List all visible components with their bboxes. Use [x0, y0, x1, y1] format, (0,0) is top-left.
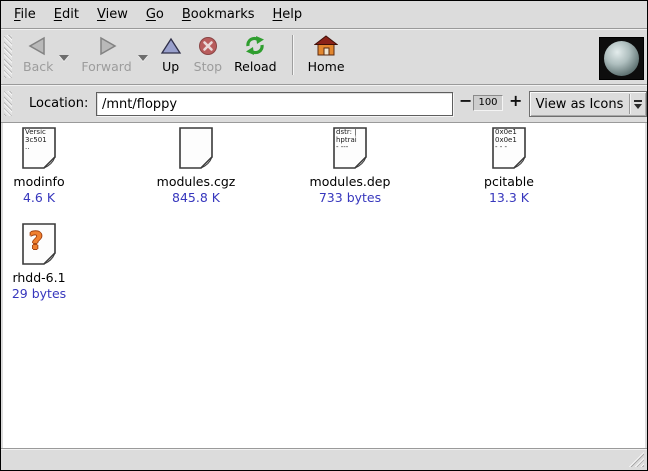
back-history-chevron-icon[interactable]: [59, 55, 69, 61]
text-document-icon: 0x0e1 0x0e1 - - -: [492, 127, 526, 169]
stop-icon: [197, 34, 219, 58]
up-button[interactable]: Up: [154, 29, 188, 76]
file-size: 733 bytes: [300, 190, 400, 205]
menu-file[interactable]: File: [5, 3, 45, 26]
file-item-modinfo[interactable]: Versic 3c501 .. modinfo 4.6 K: [3, 127, 89, 205]
location-input[interactable]: [96, 92, 453, 116]
question-mark-icon: ?: [22, 223, 50, 259]
zoom-in-button[interactable]: +: [509, 91, 522, 110]
file-size: 29 bytes: [3, 286, 89, 301]
forward-icon: [96, 34, 118, 58]
zoom-level-indicator: 100: [473, 95, 503, 111]
up-label: Up: [162, 59, 179, 74]
toolbar-grip-handle[interactable]: [4, 35, 12, 78]
reload-icon: [242, 34, 268, 58]
view-as-dropdown[interactable]: View as Icons: [529, 91, 647, 117]
location-bar-grip-handle[interactable]: [4, 91, 12, 116]
reload-label: Reload: [234, 59, 277, 74]
file-item-modules-cgz[interactable]: modules.cgz 845.8 K: [146, 127, 246, 205]
zoom-out-button[interactable]: −: [459, 91, 472, 110]
menu-edit[interactable]: Edit: [45, 3, 88, 26]
status-bar: [1, 448, 647, 470]
menu-help[interactable]: Help: [264, 3, 312, 26]
file-name: modinfo: [3, 174, 89, 189]
file-name: pcitable: [459, 174, 559, 189]
stop-label: Stop: [194, 59, 222, 74]
reload-button[interactable]: Reload: [228, 29, 283, 76]
status-text: [1, 449, 647, 457]
toolbar-separator: [292, 35, 293, 75]
text-document-icon: dstr: | hptrai - ---: [333, 127, 367, 169]
file-preview-text: Versic 3c501 ..: [25, 129, 50, 152]
file-preview-text: dstr: | hptrai - ---: [336, 129, 361, 152]
up-icon: [160, 34, 182, 58]
menu-go[interactable]: Go: [137, 3, 173, 26]
location-label: Location:: [29, 96, 88, 111]
forward-history-chevron-icon[interactable]: [138, 55, 148, 61]
file-name: modules.dep: [300, 174, 400, 189]
unknown-file-icon: ?: [22, 223, 56, 265]
file-name: modules.cgz: [146, 174, 246, 189]
menu-view[interactable]: View: [88, 3, 137, 26]
back-button[interactable]: Back: [17, 29, 59, 76]
file-item-modules-dep[interactable]: dstr: | hptrai - --- modules.dep 733 byt…: [300, 127, 400, 205]
blank-document-icon: [179, 127, 213, 169]
forward-label: Forward: [81, 59, 131, 74]
menu-bar: File Edit View Go Bookmarks Help: [1, 1, 647, 29]
menu-bookmarks[interactable]: Bookmarks: [173, 3, 264, 26]
file-item-rhdd[interactable]: ? rhdd-6.1 29 bytes: [3, 223, 89, 301]
file-size: 845.8 K: [146, 190, 246, 205]
icon-view: Versic 3c501 .. modinfo 4.6 K modules.cg…: [3, 123, 645, 448]
file-preview-text: 0x0e1 0x0e1 - - -: [495, 129, 520, 152]
home-button[interactable]: Home: [302, 29, 351, 76]
file-manager-window: File Edit View Go Bookmarks Help Back Fo…: [0, 0, 648, 471]
file-name: rhdd-6.1: [3, 270, 89, 285]
stop-button[interactable]: Stop: [188, 29, 228, 76]
throbber-orb-icon: [604, 41, 639, 76]
dropdown-indicator-icon: [630, 100, 646, 109]
location-bar: Location: − 100 + View as Icons: [1, 85, 647, 123]
back-label: Back: [23, 59, 53, 74]
throbber: [599, 37, 644, 80]
file-size: 4.6 K: [3, 190, 89, 205]
toolbar: Back Forward Up Stop: [1, 29, 647, 85]
back-icon: [27, 34, 49, 58]
file-item-pcitable[interactable]: 0x0e1 0x0e1 - - - pcitable 13.3 K: [459, 127, 559, 205]
file-size: 13.3 K: [459, 190, 559, 205]
forward-button[interactable]: Forward: [75, 29, 137, 76]
home-label: Home: [308, 59, 345, 74]
text-document-icon: Versic 3c501 ..: [22, 127, 56, 169]
home-icon: [314, 34, 338, 58]
view-as-label: View as Icons: [530, 97, 629, 112]
